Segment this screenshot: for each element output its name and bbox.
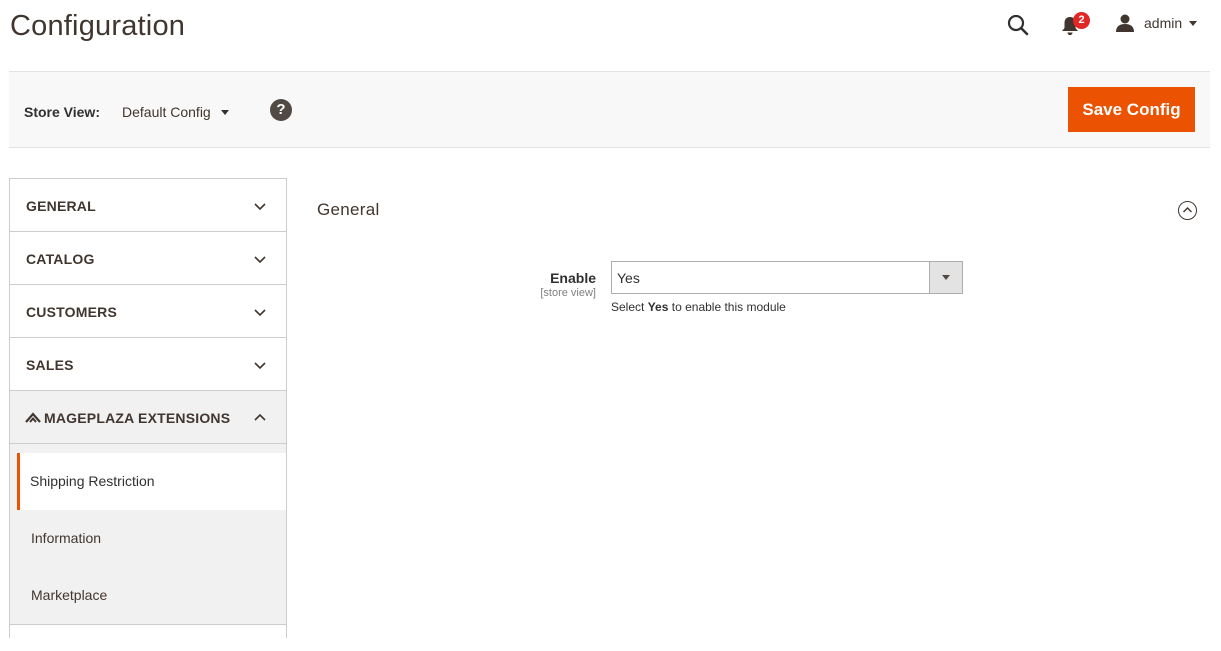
chevron-down-icon [942, 275, 950, 280]
config-sidebar: GENERAL CATALOG CUSTOMERS SALES MAGEPLAZ… [9, 178, 287, 651]
sidebar-item-label: Shipping Restriction [30, 473, 155, 489]
sidebar-tab-customers[interactable]: CUSTOMERS [9, 284, 287, 337]
sidebar-tab-catalog[interactable]: CATALOG [9, 231, 287, 284]
mageplaza-logo-icon [25, 412, 41, 423]
sidebar-item-marketplace[interactable]: Marketplace [10, 567, 286, 624]
store-view-value: Default Config [122, 104, 211, 120]
chevron-up-icon [1183, 207, 1192, 213]
enable-field-label: Enable [550, 270, 596, 286]
chevron-down-icon [220, 109, 229, 115]
chevron-down-icon [254, 203, 266, 211]
enable-field-scope: [store view] [540, 287, 596, 299]
chevron-down-icon [254, 362, 266, 370]
sidebar-item-label: Marketplace [31, 587, 108, 603]
sidebar-tab-label: CUSTOMERS [26, 304, 117, 320]
chevron-down-icon [254, 256, 266, 264]
admin-username: admin [1144, 15, 1183, 31]
sidebar-tab-label: GENERAL [26, 198, 96, 214]
sidebar-tab-sales[interactable]: SALES [9, 337, 287, 390]
section-title[interactable]: General [317, 200, 380, 220]
sidebar-item-shipping-restriction[interactable]: Shipping Restriction [17, 453, 286, 510]
notification-count-badge: 2 [1073, 12, 1090, 29]
sidebar-tab-label: SALES [26, 357, 74, 373]
enable-select-value: Yes [617, 270, 640, 286]
sidebar-tab-label: CATALOG [26, 251, 95, 267]
enable-select[interactable]: Yes [611, 261, 963, 294]
admin-user-menu[interactable]: admin [1115, 13, 1198, 33]
page-title: Configuration [10, 10, 186, 42]
sidebar-next-tab-edge [9, 624, 287, 638]
section-collapse-button[interactable] [1178, 201, 1197, 220]
sidebar-tab-label: MAGEPLAZA EXTENSIONS [44, 410, 231, 426]
mageplaza-subitems: Shipping Restriction Information Marketp… [9, 443, 287, 624]
chevron-down-icon [1189, 20, 1198, 26]
sidebar-item-information[interactable]: Information [10, 510, 286, 567]
note-bold: Yes [647, 300, 669, 314]
store-view-switcher[interactable]: Default Config [122, 104, 229, 120]
config-toolbar: Store View: Default Config ? Save Config [9, 71, 1210, 148]
enable-field-note: Select Yes to enable this module [611, 300, 786, 314]
help-icon[interactable]: ? [270, 99, 292, 121]
sidebar-tab-mageplaza-extensions[interactable]: MAGEPLAZA EXTENSIONS [9, 390, 287, 443]
chevron-up-icon [254, 413, 266, 421]
chevron-down-icon [254, 309, 266, 317]
save-config-button[interactable]: Save Config [1068, 87, 1195, 132]
search-button[interactable] [1007, 14, 1029, 36]
search-icon [1007, 14, 1029, 36]
note-suffix: to enable this module [671, 300, 786, 314]
store-view-label: Store View: [24, 104, 100, 120]
notifications-button[interactable]: 2 [1061, 12, 1091, 37]
select-arrow-box [929, 262, 962, 293]
user-icon [1116, 14, 1134, 32]
note-prefix: Select [611, 300, 645, 314]
sidebar-item-label: Information [31, 530, 102, 546]
sidebar-tab-general[interactable]: GENERAL [9, 178, 287, 231]
